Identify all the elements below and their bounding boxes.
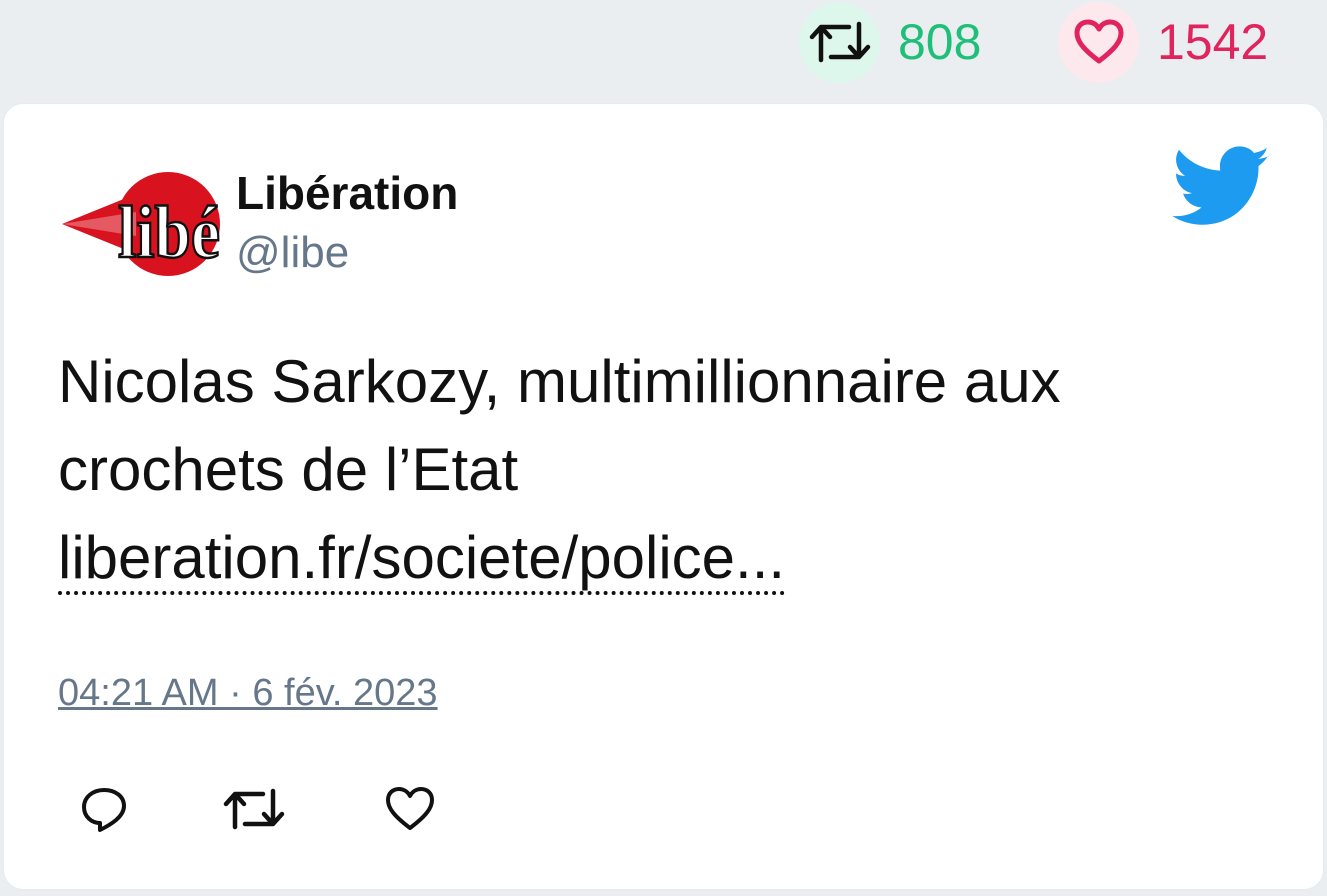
like-button[interactable] bbox=[370, 769, 450, 849]
reply-icon bbox=[82, 788, 126, 832]
heart-icon bbox=[1058, 1, 1139, 83]
author-handle[interactable]: @libe bbox=[236, 228, 349, 278]
reply-button[interactable] bbox=[64, 769, 144, 849]
tweet-timestamp[interactable]: 04:21 AM · 6 fév. 2023 bbox=[58, 672, 438, 715]
author-name[interactable]: Libération bbox=[236, 166, 458, 220]
tweet-text-line: crochets de l’Etat bbox=[58, 436, 519, 503]
like-count: 1542 bbox=[1157, 14, 1269, 70]
retweet-stat[interactable]: 808 bbox=[799, 1, 982, 83]
tweet-text-line: Nicolas Sarkozy, multimillionnaire aux bbox=[58, 348, 1061, 415]
avatar-logo-text: libé bbox=[118, 192, 220, 274]
twitter-bird-icon[interactable] bbox=[1171, 146, 1272, 228]
retweet-count: 808 bbox=[898, 14, 982, 70]
retweet-icon bbox=[223, 788, 285, 830]
like-stat[interactable]: 1542 bbox=[1058, 1, 1269, 83]
tweet-card: libé Libération @libe Nicolas Sarkozy, m… bbox=[3, 103, 1324, 890]
retweet-button[interactable] bbox=[214, 769, 294, 849]
retweet-icon bbox=[799, 1, 880, 83]
heart-icon bbox=[386, 787, 434, 830]
tweet-link[interactable]: liberation.fr/societe/police... bbox=[58, 524, 786, 595]
engagement-stats-bar: 808 1542 bbox=[0, 0, 1327, 100]
tweet-text: Nicolas Sarkozy, multimillionnaire aux c… bbox=[58, 338, 1278, 602]
avatar[interactable]: libé bbox=[56, 154, 226, 294]
